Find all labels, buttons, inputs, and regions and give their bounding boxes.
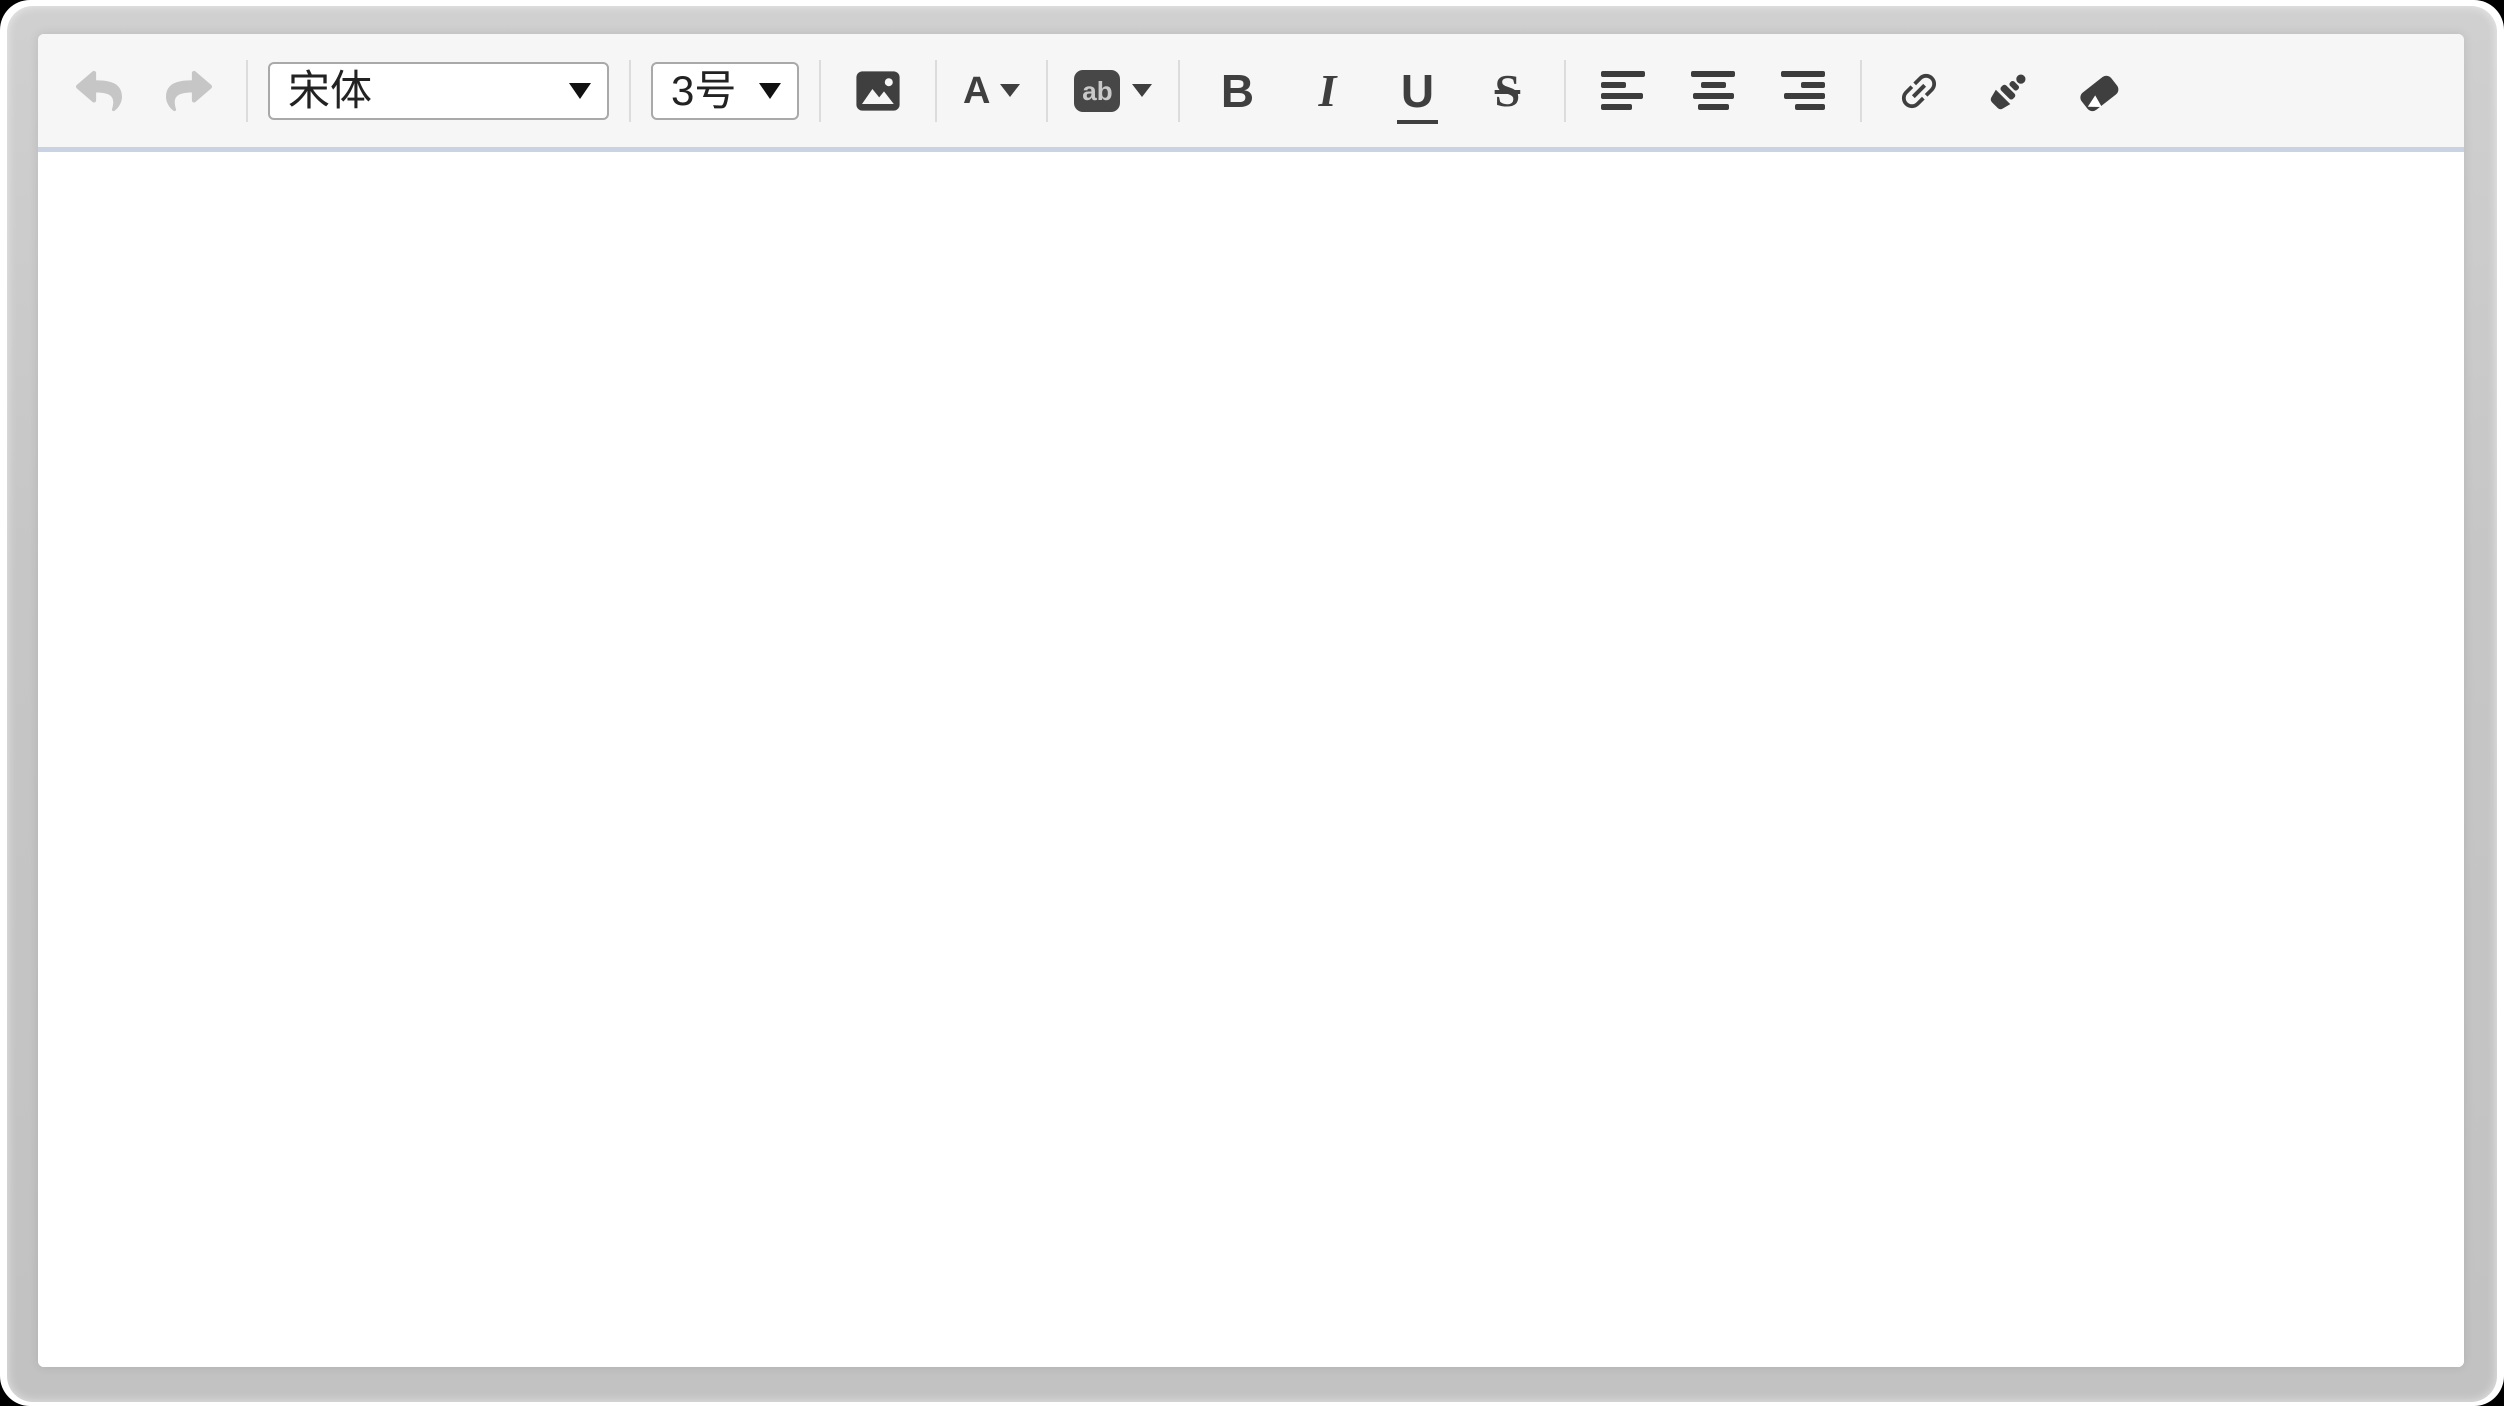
- editor-toolbar: 宋体 3号 A: [38, 34, 2464, 152]
- caret-down-icon: [1000, 84, 1020, 97]
- toolbar-separator: [629, 60, 631, 122]
- caret-down-icon: [1132, 84, 1152, 97]
- align-left-icon: [1601, 71, 1645, 111]
- underline-label: U: [1401, 68, 1434, 114]
- font-family-select[interactable]: 宋体: [268, 62, 609, 120]
- align-left-button[interactable]: [1599, 63, 1647, 119]
- redo-button[interactable]: [165, 63, 213, 119]
- toolbar-separator: [1178, 60, 1180, 122]
- redo-arrow-icon: [166, 68, 212, 114]
- align-center-button[interactable]: [1689, 63, 1737, 119]
- highlight-icon: ab: [1074, 70, 1120, 112]
- format-brush-button[interactable]: [1985, 63, 2033, 119]
- font-family-value: 宋体: [288, 70, 372, 112]
- toolbar-separator: [935, 60, 937, 122]
- italic-button[interactable]: I: [1303, 63, 1351, 119]
- insert-link-button[interactable]: [1895, 63, 1943, 119]
- highlight-label: ab: [1082, 78, 1112, 104]
- underline-button[interactable]: U: [1393, 63, 1441, 119]
- text-color-label: A: [963, 72, 990, 110]
- bold-label: B: [1221, 68, 1254, 114]
- rich-text-editor: 宋体 3号 A: [38, 34, 2464, 1367]
- align-center-icon: [1691, 71, 1735, 111]
- bold-button[interactable]: B: [1213, 63, 1261, 119]
- toolbar-separator: [1564, 60, 1566, 122]
- link-icon: [1895, 67, 1943, 115]
- strikethrough-label: S: [1495, 68, 1521, 114]
- italic-label: I: [1319, 68, 1337, 114]
- font-size-value: 3号: [671, 70, 736, 112]
- toolbar-separator: [246, 60, 248, 122]
- insert-image-button[interactable]: [854, 63, 902, 119]
- eraser-icon: [2075, 67, 2123, 115]
- clear-format-button[interactable]: [2075, 63, 2123, 119]
- toolbar-separator: [1860, 60, 1862, 122]
- caret-down-icon: [759, 83, 781, 99]
- strikethrough-button[interactable]: S: [1483, 63, 1531, 119]
- editor-content-area[interactable]: [38, 152, 2464, 1367]
- align-right-button[interactable]: [1779, 63, 1827, 119]
- brush-icon: [1985, 67, 2033, 115]
- undo-button[interactable]: [75, 63, 123, 119]
- caret-down-icon: [569, 83, 591, 99]
- font-size-select[interactable]: 3号: [651, 62, 799, 120]
- highlight-color-button[interactable]: ab: [1074, 70, 1152, 112]
- toolbar-separator: [1046, 60, 1048, 122]
- image-icon: [854, 69, 902, 113]
- undo-arrow-icon: [76, 68, 122, 114]
- toolbar-separator: [819, 60, 821, 122]
- align-right-icon: [1781, 71, 1825, 111]
- editor-widget-canvas: 宋体 3号 A: [0, 0, 2504, 1406]
- text-color-button[interactable]: A: [963, 72, 1020, 110]
